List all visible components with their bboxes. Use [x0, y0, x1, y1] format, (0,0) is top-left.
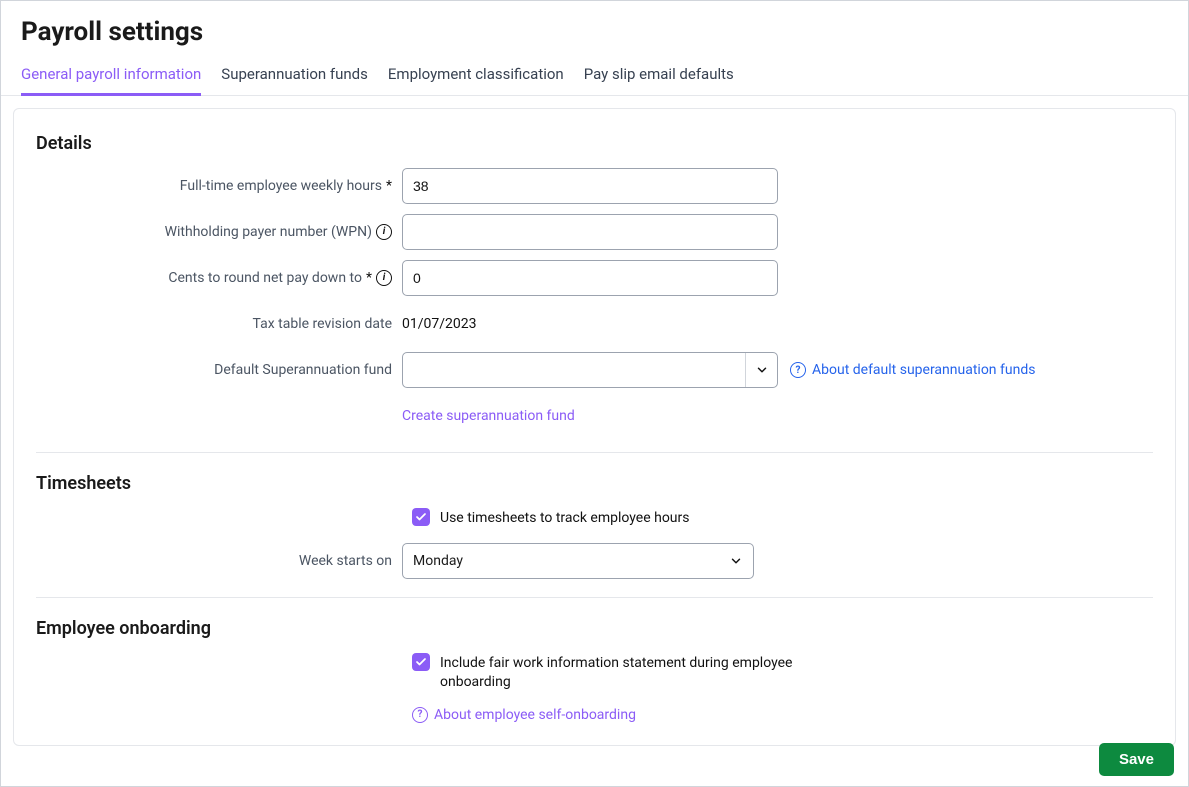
- include-fairwork-checkbox[interactable]: [412, 653, 430, 671]
- weekly-hours-label-text: Full-time employee weekly hours: [180, 178, 382, 194]
- create-super-link[interactable]: Create superannuation fund: [402, 408, 575, 424]
- tab-employment-classification[interactable]: Employment classification: [388, 55, 564, 95]
- about-onboarding-link[interactable]: ? About employee self-onboarding: [412, 707, 636, 723]
- footer: Save: [1099, 743, 1174, 776]
- week-starts-label: Week starts on: [36, 553, 402, 569]
- info-icon[interactable]: i: [376, 270, 392, 286]
- tabs-bar: General payroll information Superannuati…: [1, 55, 1188, 96]
- weekly-hours-label: Full-time employee weekly hours *: [36, 178, 402, 194]
- required-asterisk: *: [366, 270, 372, 286]
- wpn-label-text: Withholding payer number (WPN): [165, 224, 372, 240]
- onboarding-heading: Employee onboarding: [36, 604, 1153, 653]
- question-icon: ?: [790, 362, 806, 378]
- chevron-down-icon: [745, 353, 777, 387]
- question-icon: ?: [412, 707, 428, 723]
- wpn-input[interactable]: [402, 214, 778, 250]
- tab-general-payroll[interactable]: General payroll information: [21, 55, 201, 95]
- row-wpn: Withholding payer number (WPN) i: [36, 214, 1153, 250]
- tax-table-label: Tax table revision date: [36, 316, 402, 332]
- details-heading: Details: [36, 119, 1153, 168]
- week-starts-select[interactable]: Monday: [402, 543, 754, 579]
- row-about-onboarding: ? About employee self-onboarding: [412, 707, 1153, 723]
- tax-table-value: 01/07/2023: [402, 316, 477, 332]
- default-super-label: Default Superannuation fund: [36, 362, 402, 378]
- required-asterisk: *: [386, 178, 392, 194]
- include-fairwork-label: Include fair work information statement …: [440, 653, 820, 693]
- row-weekly-hours: Full-time employee weekly hours *: [36, 168, 1153, 204]
- payroll-settings-window: Payroll settings General payroll informa…: [0, 0, 1189, 787]
- divider: [36, 452, 1153, 453]
- about-onboarding-link-text: About employee self-onboarding: [434, 707, 636, 723]
- cents-round-input[interactable]: [402, 260, 778, 296]
- timesheets-heading: Timesheets: [36, 459, 1153, 508]
- info-icon[interactable]: i: [376, 224, 392, 240]
- row-default-super: Default Superannuation fund ? About defa…: [36, 352, 1153, 388]
- row-include-fairwork: Include fair work information statement …: [412, 653, 1153, 693]
- about-super-link[interactable]: ? About default superannuation funds: [790, 362, 1035, 378]
- about-super-link-text: About default superannuation funds: [812, 362, 1035, 378]
- general-panel: Details Full-time employee weekly hours …: [13, 108, 1176, 746]
- divider: [36, 597, 1153, 598]
- chevron-down-icon: [729, 554, 743, 568]
- tab-payslip-email-defaults[interactable]: Pay slip email defaults: [584, 55, 734, 95]
- default-super-select[interactable]: [402, 352, 778, 388]
- tab-superannuation-funds[interactable]: Superannuation funds: [221, 55, 368, 95]
- week-starts-value: Monday: [413, 553, 463, 569]
- weekly-hours-input[interactable]: [402, 168, 778, 204]
- row-cents-round: Cents to round net pay down to * i: [36, 260, 1153, 296]
- row-tax-table: Tax table revision date 01/07/2023: [36, 306, 1153, 342]
- use-timesheets-label: Use timesheets to track employee hours: [440, 508, 690, 529]
- row-use-timesheets: Use timesheets to track employee hours: [412, 508, 1153, 529]
- wpn-label: Withholding payer number (WPN) i: [36, 224, 402, 240]
- save-button[interactable]: Save: [1099, 743, 1174, 776]
- row-week-starts: Week starts on Monday: [36, 543, 1153, 579]
- row-create-super: Create superannuation fund: [36, 398, 1153, 434]
- cents-round-label-text: Cents to round net pay down to: [168, 270, 362, 286]
- use-timesheets-checkbox[interactable]: [412, 508, 430, 526]
- cents-round-label: Cents to round net pay down to * i: [36, 270, 402, 286]
- page-title: Payroll settings: [1, 1, 1188, 55]
